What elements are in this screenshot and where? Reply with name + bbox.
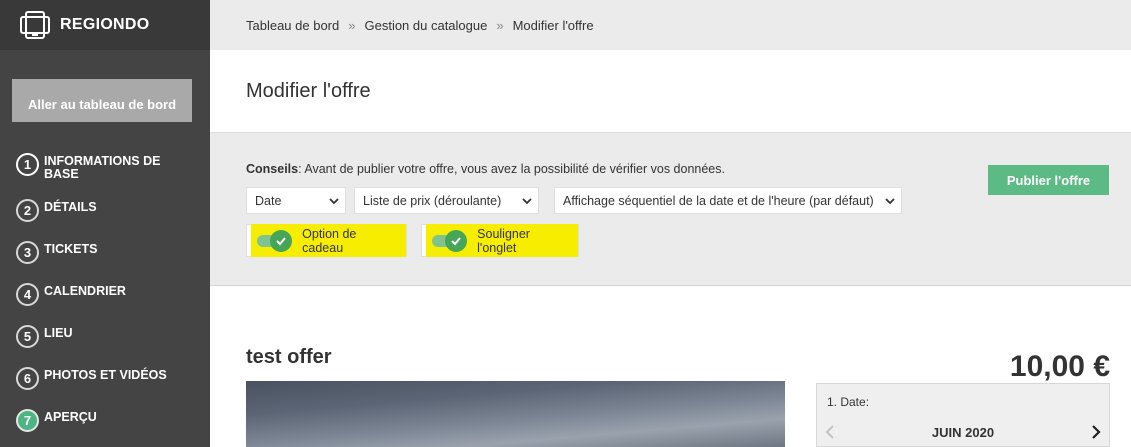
step-basic-info[interactable]: 1 INFORMATIONS DE BASE bbox=[0, 145, 210, 195]
gift-option-toggle-box: Option de cadeau bbox=[246, 224, 407, 257]
display-mode-select[interactable]: Affichage séquentiel de la date et de l'… bbox=[554, 187, 902, 214]
step-number: 4 bbox=[16, 283, 39, 306]
step-label: APERÇU bbox=[44, 410, 97, 424]
toggle-switch bbox=[257, 229, 293, 252]
step-label: LIEU bbox=[44, 326, 73, 340]
calendar-nav: JUIN 2020 bbox=[825, 422, 1101, 442]
tips-prefix: Conseils bbox=[246, 162, 299, 176]
price-list-select[interactable]: Liste de prix (déroulante) bbox=[354, 187, 539, 214]
step-label: PHOTOS ET VIDÉOS bbox=[44, 368, 167, 382]
step-number: 1 bbox=[16, 153, 39, 176]
tips-body: : Avant de publier votre offre, vous ave… bbox=[298, 162, 725, 176]
breadcrumb-catalog-link[interactable]: Gestion du catalogue bbox=[364, 18, 487, 33]
sidebar: REGIONDO Aller au tableau de bord 1 INFO… bbox=[0, 0, 210, 447]
step-number: 7 bbox=[16, 409, 39, 432]
step-label: CALENDRIER bbox=[44, 284, 126, 298]
step-label: TICKETS bbox=[44, 242, 98, 256]
chevron-right-icon[interactable] bbox=[1091, 425, 1101, 439]
step-number: 2 bbox=[16, 199, 39, 222]
gift-option-toggle[interactable]: Option de cadeau bbox=[251, 224, 406, 257]
calendar-month: JUIN 2020 bbox=[931, 424, 995, 440]
chevron-left-icon[interactable] bbox=[825, 425, 835, 439]
date-select-value: Date bbox=[255, 193, 282, 208]
underline-tab-label: Souligner l'onglet bbox=[477, 226, 530, 255]
step-calendar[interactable]: 4 CALENDRIER bbox=[0, 279, 210, 321]
offer-title: test offer bbox=[246, 346, 332, 368]
page-header: Modifier l'offre bbox=[210, 50, 1131, 133]
check-icon bbox=[270, 229, 293, 252]
regiondo-logo-icon bbox=[20, 11, 50, 39]
date-select[interactable]: Date bbox=[246, 187, 346, 214]
toggle-switch bbox=[432, 229, 468, 252]
main-content: Tableau de bord » Gestion du catalogue »… bbox=[210, 0, 1131, 447]
display-mode-select-value: Affichage séquentiel de la date et de l'… bbox=[563, 193, 874, 208]
underline-tab-toggle[interactable]: Souligner l'onglet bbox=[426, 224, 578, 257]
page-title: Modifier l'offre bbox=[246, 79, 371, 102]
step-preview[interactable]: 7 APERÇU bbox=[0, 405, 210, 447]
step-label: DÉTAILS bbox=[44, 200, 97, 214]
step-photos-videos[interactable]: 6 PHOTOS ET VIDÉOS bbox=[0, 363, 210, 405]
offer-image bbox=[246, 381, 785, 447]
wizard-steps: 1 INFORMATIONS DE BASE 2 DÉTAILS 3 TICKE… bbox=[0, 145, 210, 447]
step-number: 3 bbox=[16, 241, 39, 264]
breadcrumb-dashboard-link[interactable]: Tableau de bord bbox=[246, 18, 339, 33]
go-to-dashboard-button[interactable]: Aller au tableau de bord bbox=[12, 79, 192, 122]
offer-price: 10,00 € bbox=[1009, 350, 1110, 383]
step-location[interactable]: 5 LIEU bbox=[0, 321, 210, 363]
logo-bar: REGIONDO bbox=[0, 0, 210, 50]
breadcrumb-separator: » bbox=[496, 17, 504, 33]
price-list-select-value: Liste de prix (déroulante) bbox=[363, 193, 502, 208]
gift-option-label: Option de cadeau bbox=[302, 226, 357, 255]
booking-widget: 1. Date: JUIN 2020 bbox=[816, 383, 1110, 447]
chevron-down-icon bbox=[522, 197, 532, 204]
date-step-label: 1. Date: bbox=[827, 395, 870, 409]
check-icon bbox=[445, 229, 468, 252]
preview-options-panel: Conseils: Avant de publier votre offre, … bbox=[210, 133, 1131, 286]
publish-offer-button[interactable]: Publier l'offre bbox=[988, 165, 1109, 195]
chevron-down-icon bbox=[329, 197, 339, 204]
breadcrumb-separator: » bbox=[348, 17, 356, 33]
step-number: 5 bbox=[16, 325, 39, 348]
breadcrumb: Tableau de bord » Gestion du catalogue »… bbox=[210, 0, 1131, 50]
breadcrumb-current: Modifier l'offre bbox=[512, 17, 594, 33]
underline-tab-toggle-box: Souligner l'onglet bbox=[421, 224, 579, 257]
tips-text: Conseils: Avant de publier votre offre, … bbox=[246, 162, 725, 176]
step-details[interactable]: 2 DÉTAILS bbox=[0, 195, 210, 237]
step-number: 6 bbox=[16, 367, 39, 390]
brand-name: REGIONDO bbox=[60, 16, 150, 33]
chevron-down-icon bbox=[885, 197, 895, 204]
step-tickets[interactable]: 3 TICKETS bbox=[0, 237, 210, 279]
step-label: INFORMATIONS DE BASE bbox=[44, 154, 161, 181]
